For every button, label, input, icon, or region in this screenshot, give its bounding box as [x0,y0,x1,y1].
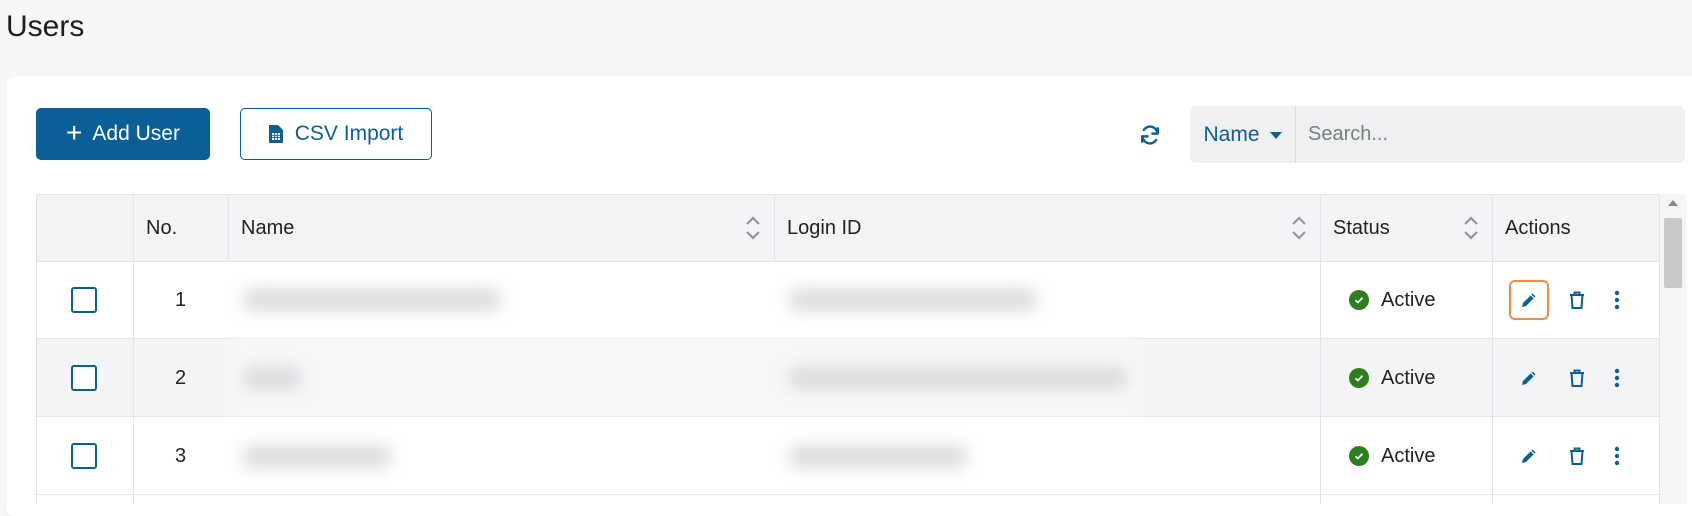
plus-icon: + [66,116,83,148]
kebab-menu-icon [1614,290,1620,310]
search-bar: Name [1190,106,1685,163]
scroll-up-icon[interactable] [1668,200,1678,206]
column-label-login-id: Login ID [787,216,862,239]
delete-button[interactable] [1557,358,1597,398]
csv-import-button[interactable]: CSV Import [240,108,432,160]
status-cell: Active [1349,261,1489,339]
more-options-button[interactable] [1605,280,1629,320]
login-id-cell-redacted [788,339,1148,417]
column-label-no: No. [146,216,178,239]
column-label-name: Name [241,216,295,239]
caret-down-icon [1269,132,1282,139]
column-label-status: Status [1333,216,1390,239]
column-header-login-id[interactable]: Login ID [774,195,1320,261]
status-cell: Active [1349,339,1489,417]
row-checkbox[interactable] [71,365,97,391]
pencil-icon [1522,293,1536,307]
kebab-menu-icon [1614,446,1620,466]
check-circle-icon [1349,446,1369,466]
more-options-button[interactable] [1605,358,1629,398]
add-user-button[interactable]: + Add User [36,108,210,160]
table-row: 3 Active [37,417,1659,495]
trash-icon [1570,447,1584,465]
table-row: 1 Active [37,261,1659,339]
kebab-menu-icon [1614,368,1620,388]
select-column-header [37,195,133,261]
trash-icon [1570,369,1584,387]
status-cell: Active [1349,417,1489,495]
users-table: No. Name Login ID Status Actions 1 Activ… [36,194,1660,504]
search-input[interactable] [1296,106,1685,163]
column-divider [1320,261,1321,504]
sort-icon[interactable] [1290,214,1308,242]
login-id-cell-redacted [788,417,1088,495]
row-number: 1 [174,288,187,311]
edit-button[interactable] [1509,358,1549,398]
sort-icon[interactable] [744,214,762,242]
row-number: 2 [174,366,187,389]
column-header-no: No. [133,195,228,261]
pencil-icon [1522,371,1536,385]
row-number: 3 [174,444,187,467]
row-actions [1509,339,1659,417]
check-circle-icon [1349,290,1369,310]
table-row: 2 Active [37,339,1659,417]
refresh-button[interactable] [1136,121,1164,149]
refresh-icon [1141,125,1159,145]
column-header-status[interactable]: Status [1320,195,1492,261]
row-checkbox[interactable] [71,287,97,313]
scroll-thumb[interactable] [1664,218,1682,288]
row-checkbox[interactable] [71,443,97,469]
status-text: Active [1381,366,1436,389]
csv-import-label: CSV Import [294,122,404,145]
trash-icon [1570,291,1584,309]
name-cell-redacted [242,339,542,417]
csv-file-icon [268,125,283,143]
column-header-name[interactable]: Name [228,195,774,261]
edit-button[interactable] [1509,280,1549,320]
edit-button[interactable] [1509,436,1549,476]
column-divider [1492,261,1493,504]
row-actions [1509,261,1659,339]
search-field-select[interactable]: Name [1190,106,1296,163]
sort-icon[interactable] [1462,214,1480,242]
row-actions [1509,417,1659,495]
status-text: Active [1381,444,1436,467]
column-label-actions: Actions [1505,216,1571,239]
delete-button[interactable] [1557,436,1597,476]
name-cell-redacted [242,261,542,339]
pencil-icon [1522,449,1536,463]
add-user-label: Add User [92,122,180,145]
table-scrollbar[interactable] [1660,194,1686,504]
login-id-cell-redacted [788,261,1088,339]
column-divider [133,261,134,504]
status-text: Active [1381,288,1436,311]
more-options-button[interactable] [1605,436,1629,476]
table-header: No. Name Login ID Status Actions [37,195,1659,262]
name-cell-redacted [242,417,542,495]
delete-button[interactable] [1557,280,1597,320]
column-header-actions: Actions [1492,195,1659,261]
search-field-label: Name [1203,122,1260,146]
page-title: Users [6,10,85,43]
check-circle-icon [1349,368,1369,388]
